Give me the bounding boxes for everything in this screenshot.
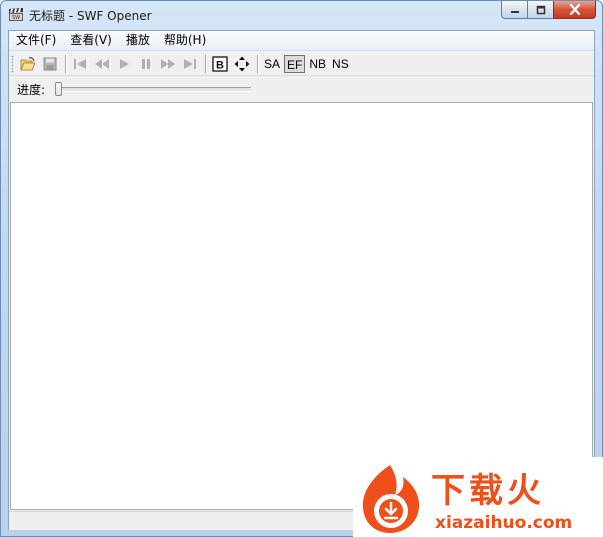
watermark-brand: 下载火 [431, 471, 545, 511]
border-button-label: B [216, 59, 224, 71]
watermark: 下载火 xiazaihuo.com [353, 457, 603, 537]
progress-bar: 进度: [9, 77, 594, 101]
pause-icon [142, 58, 150, 69]
toolbar-separator [257, 54, 259, 73]
maximize-button[interactable] [527, 1, 553, 19]
ef-button[interactable]: EF [284, 54, 306, 73]
save-icon [43, 57, 57, 70]
fast-forward-icon [161, 58, 175, 69]
open-button[interactable] [18, 54, 38, 74]
save-button[interactable] [40, 54, 60, 74]
svg-text:SW: SW [12, 15, 20, 21]
swf-viewport[interactable] [10, 102, 593, 510]
move-button[interactable] [232, 54, 252, 74]
open-folder-icon [20, 56, 36, 70]
toolbar: B SA EF NB NS [9, 52, 594, 76]
rewind-icon [95, 58, 109, 69]
last-frame-icon [184, 58, 196, 69]
menu-bar: 文件(F) 查看(V) 播放 帮助(H) [9, 31, 594, 51]
progress-slider[interactable] [55, 81, 252, 96]
minimize-icon [510, 10, 519, 13]
minimize-button[interactable] [501, 1, 527, 19]
move-arrows-icon [234, 56, 250, 71]
ns-button[interactable]: NS [330, 55, 351, 73]
progress-label: 进度: [17, 82, 46, 97]
rewind-button[interactable] [92, 54, 112, 74]
clapperboard-icon[interactable]: SW [8, 8, 24, 22]
menu-file[interactable]: 文件(F) [9, 31, 63, 50]
close-button[interactable] [553, 1, 596, 19]
toolbar-separator [65, 54, 67, 73]
fast-forward-button[interactable] [158, 54, 178, 74]
last-frame-button[interactable] [180, 54, 200, 74]
menu-help[interactable]: 帮助(H) [157, 31, 213, 50]
first-frame-icon [74, 58, 86, 69]
window-title: 无标题 - SWF Opener [29, 9, 152, 23]
menu-play[interactable]: 播放 [119, 31, 157, 50]
flame-logo-icon [362, 465, 420, 533]
close-icon [569, 4, 580, 15]
maximize-icon [536, 5, 545, 14]
play-button[interactable] [114, 54, 134, 74]
toolbar-grip[interactable] [11, 54, 14, 73]
first-frame-button[interactable] [70, 54, 90, 74]
progress-slider-thumb[interactable] [55, 81, 63, 96]
title-bar[interactable]: SW 无标题 - SWF Opener [1, 1, 602, 29]
pause-button[interactable] [136, 54, 156, 74]
client-area: 文件(F) 查看(V) 播放 帮助(H) B SA EF NB NS 进度: [8, 30, 595, 530]
play-icon [120, 58, 129, 69]
sa-button[interactable]: SA [262, 55, 282, 73]
menu-view[interactable]: 查看(V) [63, 31, 119, 50]
border-button[interactable]: B [210, 54, 230, 74]
window-controls [501, 1, 596, 20]
toolbar-separator [205, 54, 207, 73]
border-box-icon: B [212, 55, 228, 72]
nb-button[interactable]: NB [307, 55, 328, 73]
watermark-url: xiazaihuo.com [435, 513, 573, 533]
